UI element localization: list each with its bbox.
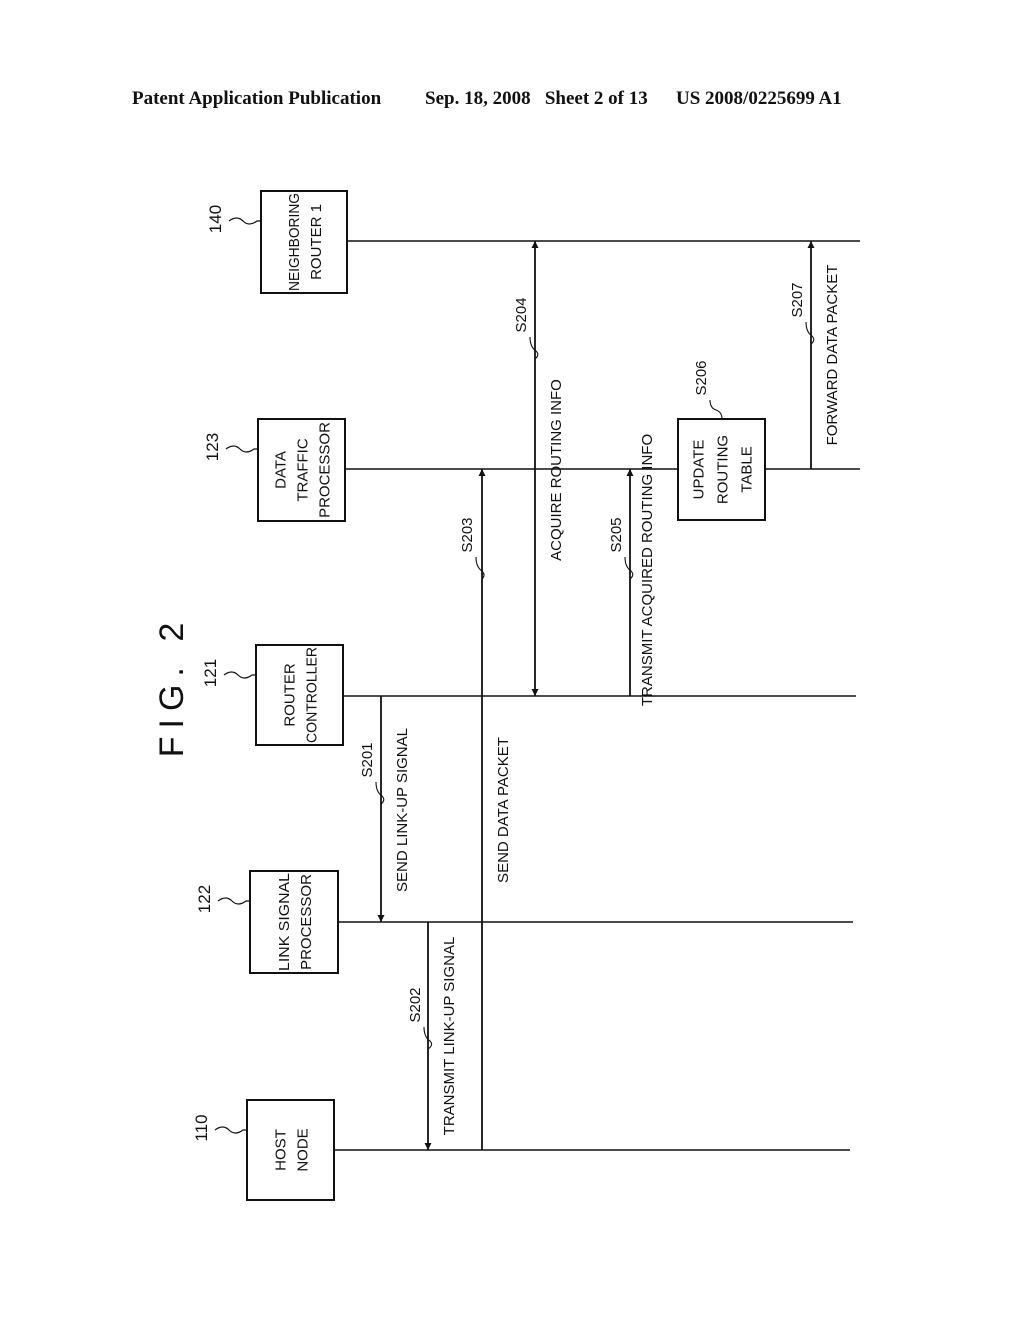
step-id: S204 — [513, 297, 530, 332]
lifeline-label: ROUTER 1 — [308, 204, 325, 280]
lifeline-label: LINK SIGNAL — [276, 873, 293, 971]
step-id: S203 — [459, 517, 476, 552]
lifeline-110: HOST NODE 110 — [192, 1099, 850, 1201]
leader-line — [217, 897, 250, 905]
lifeline-122: LINK SIGNAL PROCESSOR 122 — [195, 870, 853, 974]
step-id: S206 — [693, 360, 710, 395]
message-label: TRANSMIT LINK-UP SIGNAL — [441, 937, 458, 1136]
lifeline-box — [260, 190, 348, 294]
message-s201: SEND LINK-UP SIGNAL S201 — [359, 696, 411, 922]
step-id: S201 — [359, 742, 376, 777]
message-label: FORWARD DATA PACKET — [824, 265, 841, 446]
reference-numeral: 123 — [203, 433, 222, 461]
leader-line — [225, 445, 258, 453]
lifeline-121: ROUTER CONTROLLER 121 — [201, 644, 856, 746]
lifeline-label: TRAFFIC — [295, 438, 312, 501]
lifeline-box — [249, 870, 339, 974]
message-label: TRANSMIT ACQUIRED ROUTING INFO — [639, 434, 656, 706]
lifeline-label: PROCESSOR — [298, 874, 315, 970]
leader-line — [529, 336, 539, 360]
step-id: S205 — [608, 517, 625, 552]
process-label: UPDATE — [691, 440, 708, 500]
leader-line — [709, 399, 723, 420]
process-label: TABLE — [739, 446, 756, 492]
lifeline-label: ROUTER — [282, 663, 299, 727]
reference-numeral: 140 — [206, 205, 225, 233]
leader-line — [223, 671, 256, 679]
step-id: S207 — [789, 282, 806, 317]
leader-line — [805, 321, 815, 345]
lifeline-140: NEIGHBORING ROUTER 1 140 — [206, 190, 860, 294]
message-s203: SEND DATA PACKET S203 — [459, 469, 512, 1150]
lifeline-label: HOST — [273, 1129, 290, 1171]
process-label: ROUTING — [715, 435, 732, 504]
lifeline-label: PROCESSOR — [317, 422, 334, 518]
reference-numeral: 121 — [201, 659, 220, 687]
leader-line — [624, 556, 634, 580]
step-id: S202 — [407, 987, 424, 1022]
lifeline-box — [246, 1099, 335, 1201]
reference-numeral: 110 — [192, 1114, 211, 1141]
message-label: ACQUIRE ROUTING INFO — [548, 379, 565, 561]
leader-line — [228, 217, 261, 225]
message-s205: TRANSMIT ACQUIRED ROUTING INFO S205 — [608, 434, 656, 706]
lifeline-label: NEIGHBORING — [286, 193, 303, 291]
reference-numeral: 122 — [195, 885, 214, 913]
message-label: SEND LINK-UP SIGNAL — [394, 728, 411, 892]
leader-line — [375, 781, 385, 805]
lifeline-label: CONTROLLER — [304, 647, 321, 743]
process-step: UPDATE ROUTING TABLE S206 — [677, 360, 766, 521]
sequence-diagram: FIG. 2 NEIGHBORING ROUTER 1 140 DATA TRAFFIC… — [153, 190, 860, 1201]
lifeline-label: DATA — [273, 451, 290, 489]
message-s207: FORWARD DATA PACKET S207 — [789, 241, 841, 469]
figure-title: FIG. 2 — [153, 615, 191, 757]
message-label: SEND DATA PACKET — [495, 737, 512, 883]
lifeline-label: NODE — [295, 1128, 312, 1171]
message-s202: TRANSMIT LINK-UP SIGNAL S202 — [407, 922, 458, 1150]
lifeline-box — [255, 644, 344, 746]
leader-line — [214, 1126, 247, 1134]
lifelines: NEIGHBORING ROUTER 1 140 DATA TRAFFIC PROCESS… — [192, 190, 860, 1201]
